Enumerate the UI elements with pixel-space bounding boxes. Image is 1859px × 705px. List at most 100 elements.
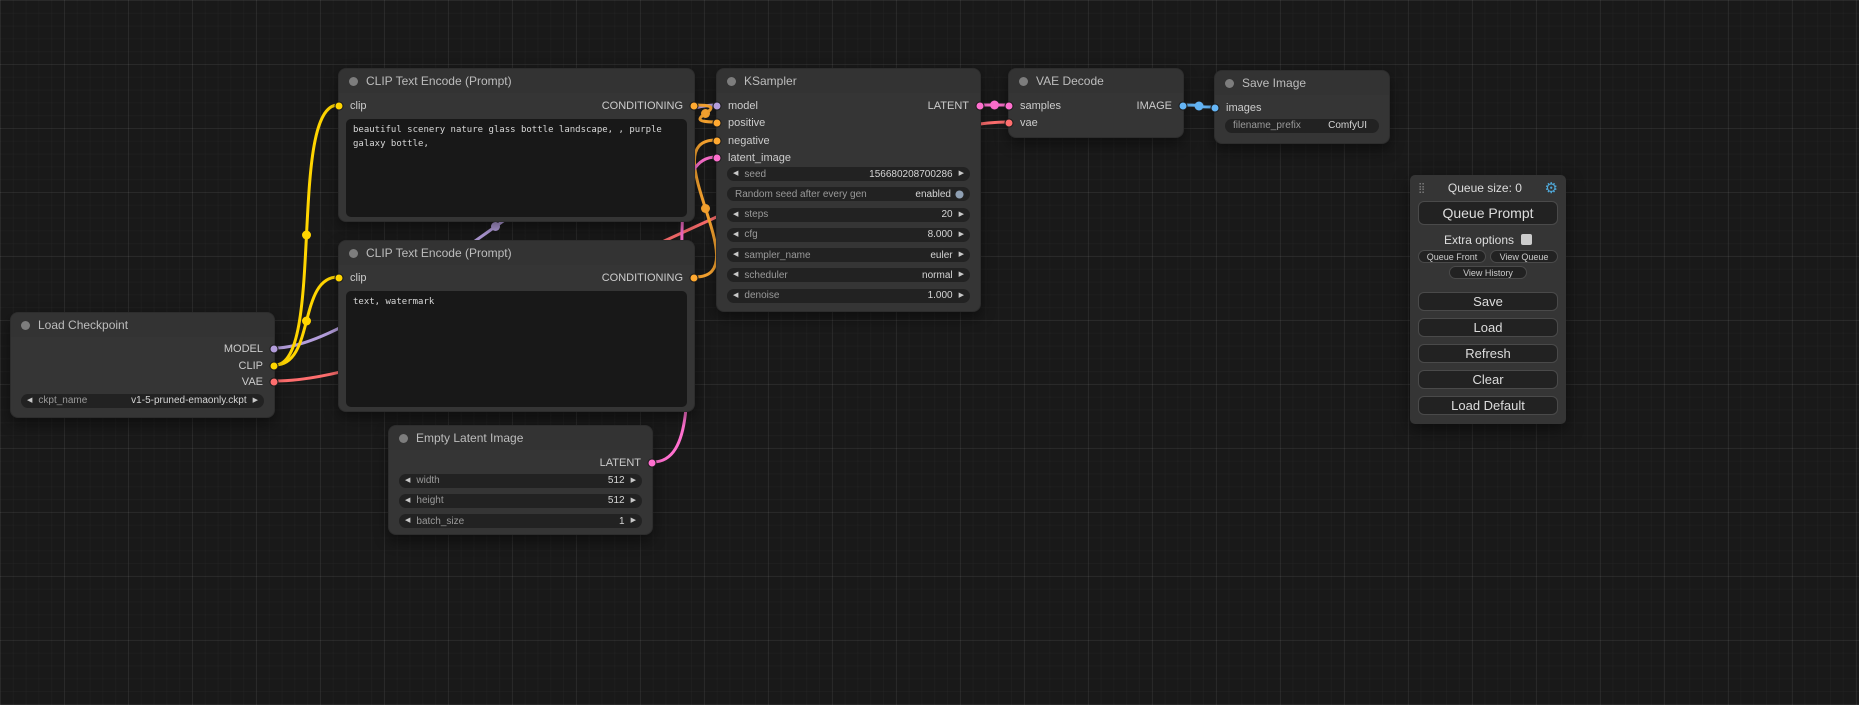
collapse-dot-icon[interactable] — [21, 321, 30, 330]
widget-label: width — [416, 475, 439, 486]
wire-midpoint-dot — [302, 317, 311, 326]
view-history-button[interactable]: View History — [1449, 266, 1527, 279]
decrement-arrow-icon[interactable]: ◀ — [405, 494, 410, 508]
node-title-bar[interactable]: CLIP Text Encode (Prompt) — [339, 241, 694, 265]
latent-slot-dot[interactable] — [647, 458, 657, 468]
decrement-arrow-icon[interactable]: ◀ — [733, 268, 738, 282]
widget-label: height — [416, 495, 443, 506]
widget-label: seed — [744, 169, 766, 180]
width-widget[interactable]: ◀ width 512 ▶ — [399, 474, 642, 488]
decrement-arrow-icon[interactable]: ◀ — [733, 167, 738, 181]
node-title: KSampler — [744, 74, 797, 88]
input-slot-positive: positive — [717, 115, 980, 133]
widget-value: 156680208700286 — [869, 169, 952, 180]
input-slot-clip: clip — [339, 97, 367, 115]
decrement-arrow-icon[interactable]: ◀ — [733, 208, 738, 222]
vae-slot-dot[interactable] — [1004, 118, 1014, 128]
positive-prompt-text[interactable]: beautiful scenery nature glass bottle la… — [346, 119, 687, 217]
decrement-arrow-icon[interactable]: ◀ — [405, 474, 410, 488]
extra-options-label: Extra options — [1444, 233, 1514, 247]
latent-slot-dot[interactable] — [712, 153, 722, 163]
widget-label: filename_prefix — [1233, 120, 1301, 131]
collapse-dot-icon[interactable] — [1225, 79, 1234, 88]
node-title-bar[interactable]: Save Image — [1215, 71, 1389, 95]
increment-arrow-icon[interactable]: ▶ — [253, 394, 258, 408]
decrement-arrow-icon[interactable]: ◀ — [733, 289, 738, 303]
collapse-dot-icon[interactable] — [349, 77, 358, 86]
image-slot-dot[interactable] — [1210, 103, 1220, 113]
collapse-dot-icon[interactable] — [349, 249, 358, 258]
widget-label: denoise — [744, 290, 779, 301]
conditioning-slot-dot[interactable] — [689, 273, 699, 283]
vae-slot-dot[interactable] — [269, 377, 279, 387]
clip-slot-dot[interactable] — [334, 273, 344, 283]
output-slot-model: MODEL — [11, 341, 274, 358]
sampler-name-widget[interactable]: ◀ sampler_name euler ▶ — [727, 248, 970, 262]
batch-size-widget[interactable]: ◀ batch_size 1 ▶ — [399, 514, 642, 528]
height-widget[interactable]: ◀ height 512 ▶ — [399, 494, 642, 508]
collapse-dot-icon[interactable] — [1019, 77, 1028, 86]
increment-arrow-icon[interactable]: ▶ — [631, 474, 636, 488]
save-button[interactable]: Save — [1418, 292, 1558, 311]
node-save-image[interactable]: Save Image images filename_prefix ComfyU… — [1214, 70, 1390, 144]
clip-slot-dot[interactable] — [334, 101, 344, 111]
conditioning-slot-dot[interactable] — [712, 118, 722, 128]
node-load-checkpoint[interactable]: Load Checkpoint MODEL CLIP VAE ◀ ckpt_na… — [10, 312, 275, 418]
decrement-arrow-icon[interactable]: ◀ — [27, 394, 32, 408]
denoise-widget[interactable]: ◀ denoise 1.000 ▶ — [727, 289, 970, 303]
node-clip-text-encode-positive[interactable]: CLIP Text Encode (Prompt) clip CONDITION… — [338, 68, 695, 222]
toggle-icon[interactable] — [955, 190, 964, 199]
node-ksampler[interactable]: KSampler LATENT model positive negative … — [716, 68, 981, 312]
steps-widget[interactable]: ◀ steps 20 ▶ — [727, 208, 970, 222]
node-title-bar[interactable]: Load Checkpoint — [11, 313, 274, 337]
node-clip-text-encode-negative[interactable]: CLIP Text Encode (Prompt) clip CONDITION… — [338, 240, 695, 412]
node-title-bar[interactable]: KSampler — [717, 69, 980, 93]
node-empty-latent-image[interactable]: Empty Latent Image LATENT ◀ width 512 ▶ … — [388, 425, 653, 535]
queue-panel[interactable]: ⣿ Queue size: 0 ⚙ Queue Prompt Extra opt… — [1410, 175, 1566, 424]
cfg-widget[interactable]: ◀ cfg 8.000 ▶ — [727, 228, 970, 242]
latent-slot-dot[interactable] — [1004, 101, 1014, 111]
node-title-bar[interactable]: Empty Latent Image — [389, 426, 652, 450]
conditioning-slot-dot[interactable] — [712, 136, 722, 146]
negative-prompt-text[interactable]: text, watermark — [346, 291, 687, 407]
input-slot-model: model — [717, 97, 980, 115]
settings-gear-icon[interactable]: ⚙ — [1545, 181, 1558, 196]
collapse-dot-icon[interactable] — [399, 434, 408, 443]
increment-arrow-icon[interactable]: ▶ — [959, 268, 964, 282]
ckpt-name-widget[interactable]: ◀ ckpt_name v1-5-pruned-emaonly.ckpt ▶ — [21, 394, 264, 408]
queue-prompt-button[interactable]: Queue Prompt — [1418, 201, 1558, 225]
load-button[interactable]: Load — [1418, 318, 1558, 337]
decrement-arrow-icon[interactable]: ◀ — [733, 228, 738, 242]
node-title: CLIP Text Encode (Prompt) — [366, 74, 512, 88]
clip-slot-dot[interactable] — [269, 361, 279, 371]
queue-front-button[interactable]: Queue Front — [1418, 250, 1486, 263]
increment-arrow-icon[interactable]: ▶ — [959, 289, 964, 303]
output-slot-clip: CLIP — [11, 358, 274, 375]
extra-options-checkbox[interactable] — [1521, 234, 1532, 245]
increment-arrow-icon[interactable]: ▶ — [959, 167, 964, 181]
node-vae-decode[interactable]: VAE Decode IMAGE samples vae — [1008, 68, 1184, 138]
clear-button[interactable]: Clear — [1418, 370, 1558, 389]
node-title-bar[interactable]: CLIP Text Encode (Prompt) — [339, 69, 694, 93]
increment-arrow-icon[interactable]: ▶ — [631, 514, 636, 528]
model-slot-dot[interactable] — [712, 101, 722, 111]
refresh-button[interactable]: Refresh — [1418, 344, 1558, 363]
scheduler-widget[interactable]: ◀ scheduler normal ▶ — [727, 268, 970, 282]
increment-arrow-icon[interactable]: ▶ — [959, 208, 964, 222]
increment-arrow-icon[interactable]: ▶ — [631, 494, 636, 508]
load-default-button[interactable]: Load Default — [1418, 396, 1558, 415]
wire-midpoint-dot — [701, 204, 710, 213]
decrement-arrow-icon[interactable]: ◀ — [405, 514, 410, 528]
model-slot-dot[interactable] — [269, 344, 279, 354]
collapse-dot-icon[interactable] — [727, 77, 736, 86]
seed-widget[interactable]: ◀ seed 156680208700286 ▶ — [727, 167, 970, 181]
random-seed-toggle-widget[interactable]: Random seed after every gen enabled — [727, 187, 970, 201]
node-title-bar[interactable]: VAE Decode — [1009, 69, 1183, 93]
drag-handle-icon[interactable]: ⣿ — [1418, 183, 1425, 194]
decrement-arrow-icon[interactable]: ◀ — [733, 248, 738, 262]
filename-prefix-widget[interactable]: filename_prefix ComfyUI — [1225, 119, 1379, 133]
view-queue-button[interactable]: View Queue — [1490, 250, 1558, 263]
increment-arrow-icon[interactable]: ▶ — [959, 228, 964, 242]
increment-arrow-icon[interactable]: ▶ — [959, 248, 964, 262]
conditioning-slot-dot[interactable] — [689, 101, 699, 111]
